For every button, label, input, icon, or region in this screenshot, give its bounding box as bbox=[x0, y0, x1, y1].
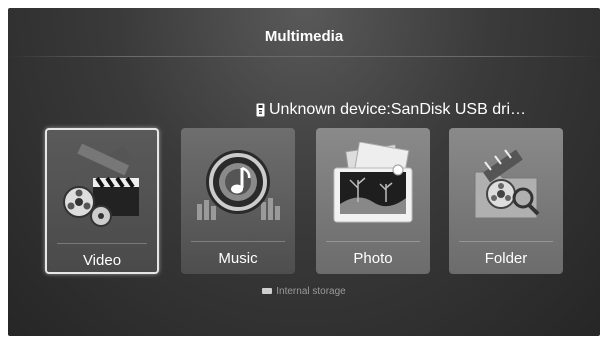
device-name: Unknown device:SanDisk USB dri… bbox=[269, 101, 526, 118]
title-divider bbox=[8, 56, 600, 57]
tile-label: Music bbox=[218, 250, 258, 267]
hard-drive-icon bbox=[262, 288, 273, 295]
storage-label[interactable]: Internal storage bbox=[8, 286, 600, 297]
storage-text: Internal storage bbox=[276, 286, 346, 297]
tile-divider bbox=[191, 241, 285, 242]
device-label[interactable]: Unknown device:SanDisk USB dri… bbox=[256, 101, 526, 119]
usb-icon bbox=[256, 103, 265, 117]
tile-label: Folder bbox=[484, 250, 528, 267]
photo-frame-icon bbox=[333, 142, 413, 223]
tile-music[interactable]: Music bbox=[181, 128, 295, 274]
tile-divider bbox=[459, 241, 553, 242]
tile-video[interactable]: Video bbox=[45, 128, 159, 274]
page-title: Multimedia bbox=[264, 28, 344, 45]
music-note-speaker-icon bbox=[197, 150, 280, 220]
title-bar: Multimedia bbox=[8, 8, 600, 58]
tile-folder[interactable]: Folder bbox=[449, 128, 563, 274]
tv-screen: Multimedia Unknown device:SanDisk USB dr… bbox=[8, 8, 600, 336]
folder-film-icon bbox=[474, 149, 540, 219]
tile-photo[interactable]: Photo bbox=[316, 128, 430, 274]
tile-label: Photo bbox=[353, 250, 393, 267]
tile-label: Video bbox=[82, 252, 122, 269]
tile-divider bbox=[57, 243, 147, 244]
film-reel-clapper-icon bbox=[63, 144, 139, 227]
tile-divider bbox=[326, 241, 420, 242]
